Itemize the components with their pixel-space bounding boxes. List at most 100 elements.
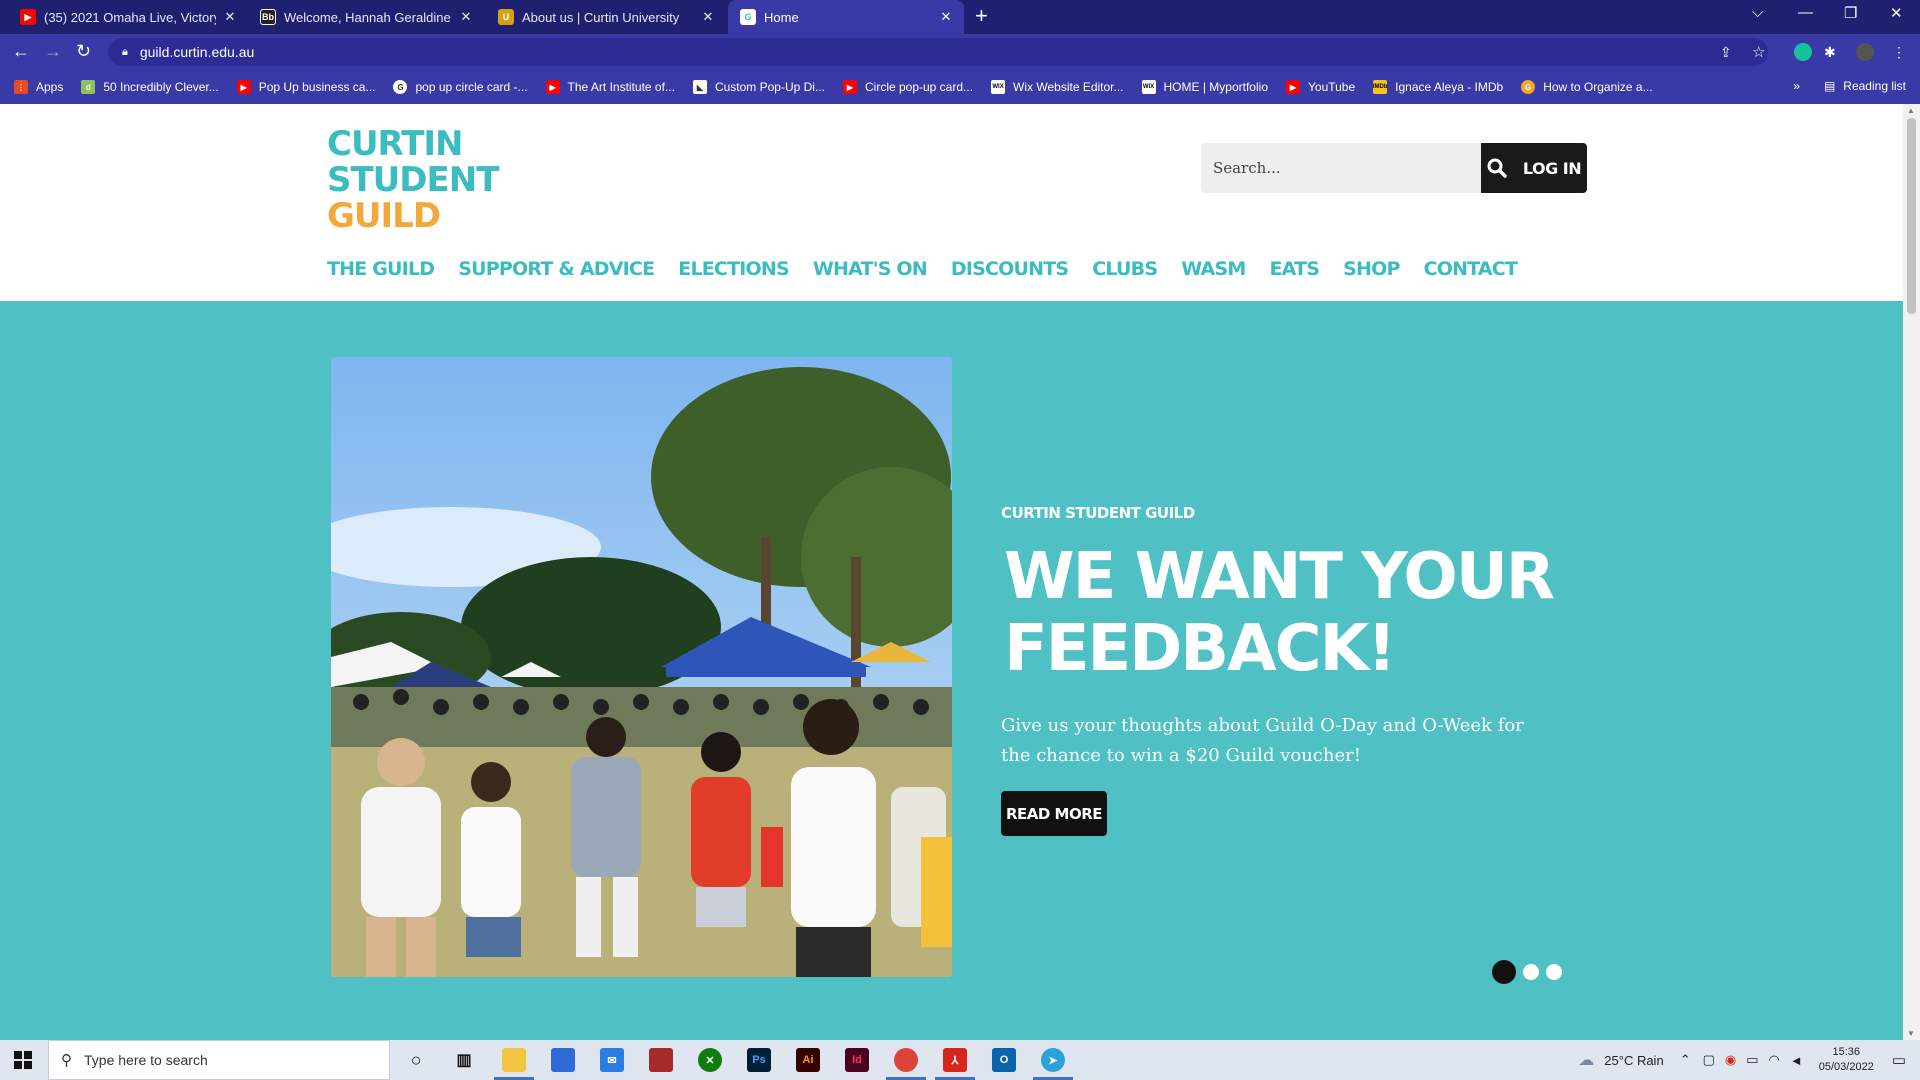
tab-search-icon[interactable]: ⌵ [1752,4,1763,21]
grammarly-icon[interactable] [1794,43,1812,61]
bookmark-star-icon[interactable]: ☆ [1752,43,1765,61]
festival-crowd-image [331,357,952,977]
address-bar-row: ← → ↻ 🔒︎ guild.curtin.edu.au ⇪ ☆ ✱ ⋮ [0,34,1920,70]
nav-elections[interactable]: ELECTIONS [678,258,789,280]
scroll-up-icon[interactable]: ▲ [1907,106,1915,115]
weather-text[interactable]: 25°C Rain [1604,1053,1663,1068]
scrollbar-thumb[interactable] [1907,118,1916,314]
tab-curtin[interactable]: U About us | Curtin University ✕ [486,0,726,34]
logo-line: STUDENT [327,160,499,200]
reload-icon[interactable]: ↻ [76,41,91,62]
bookmark-item[interactable]: ◣ Custom Pop-Up Di... [692,80,825,94]
slider-dot-1[interactable] [1492,960,1516,984]
game-icon[interactable] [649,1048,673,1072]
curtin-icon: U [498,9,514,25]
wifi-icon[interactable]: ◠ [1769,1052,1780,1068]
bookmark-item[interactable]: WIX HOME | Myportfolio [1141,80,1268,94]
bookmark-item[interactable]: ▶ Circle pop-up card... [842,80,973,94]
wix-icon: WIX [1141,80,1156,94]
close-window-button[interactable]: ✕ [1890,4,1903,22]
bookmark-item[interactable]: d 50 Incredibly Clever... [81,80,219,94]
chrome-icon[interactable] [886,1048,926,1080]
cortana-icon[interactable]: ○ [404,1048,428,1072]
youtube-icon: ▶ [236,80,251,94]
slider-dot-3[interactable] [1546,964,1562,980]
nav-discounts[interactable]: DISCOUNTS [951,258,1069,280]
volume-icon[interactable]: ◄ [1790,1053,1803,1068]
bookmark-label: Apps [36,80,64,94]
nav-wasm[interactable]: WASM [1181,258,1246,280]
login-button[interactable]: LOG IN [1481,143,1587,193]
nav-clubs[interactable]: CLUBS [1092,258,1158,280]
tab-youtube[interactable]: ▶ (35) 2021 Omaha Live, Victory Ca ✕ [8,0,248,34]
nav-shop[interactable]: SHOP [1343,258,1400,280]
battery-icon[interactable]: ▭ [1746,1052,1758,1068]
read-more-button[interactable]: READ MORE [1001,791,1107,836]
share-icon[interactable]: ⇪ [1720,44,1732,61]
scroll-down-icon[interactable]: ▼ [1907,1029,1915,1038]
system-clock[interactable]: 15:36 05/03/2022 [1819,1045,1874,1075]
close-icon[interactable]: ✕ [938,9,954,25]
antivirus-icon[interactable]: ◉ [1725,1052,1736,1068]
file-explorer-icon[interactable] [494,1048,534,1080]
site-search-input[interactable]: Search... [1201,143,1481,193]
clock-date: 05/03/2022 [1818,1061,1874,1073]
bookmark-apps[interactable]: ⋮ Apps [14,80,63,94]
acrobat-icon[interactable]: ⅄ [935,1048,975,1080]
xbox-icon[interactable]: ✕ [698,1048,722,1072]
tab-blackboard[interactable]: Bb Welcome, Hannah Geraldine – Bl ✕ [248,0,484,34]
bookmark-item[interactable]: Gpop up circle card -... [393,80,528,94]
indesign-icon[interactable]: Id [845,1048,869,1072]
bookmark-item[interactable]: G How to Organize a... [1521,80,1653,94]
task-view-icon[interactable]: ▥ [452,1048,476,1072]
illustrator-icon[interactable]: Ai [796,1048,820,1072]
page-scrollbar[interactable]: ▲ ▼ [1903,104,1920,1040]
close-icon[interactable]: ✕ [458,9,474,25]
mail-icon[interactable]: ✉ [600,1048,624,1072]
imdb-icon: IMDb [1373,80,1388,94]
forward-icon[interactable]: → [44,41,62,62]
extensions-icon[interactable]: ✱ [1824,44,1836,61]
close-icon[interactable]: ✕ [700,9,716,25]
notifications-icon[interactable]: ▭ [1892,1051,1906,1069]
apps-grid-icon: ⋮ [14,80,28,94]
bookmark-item[interactable]: WIX Wix Website Editor... [991,80,1124,94]
restore-button[interactable]: ❐ [1844,4,1857,22]
windows-taskbar: ⚲ Type here to search ○ ▥ ✉ ✕ Ps Ai Id ⅄… [0,1040,1920,1080]
nav-support-advice[interactable]: SUPPORT & ADVICE [458,258,655,280]
reading-list-button[interactable]: » ▤ Reading list [1793,79,1906,93]
bookmark-item[interactable]: ▶ Pop Up business ca... [236,80,375,94]
taskbar-search-input[interactable]: ⚲ Type here to search [48,1040,390,1080]
store-icon[interactable] [551,1048,575,1072]
hero-photo [331,357,952,977]
chevron-up-icon[interactable]: ⌃ [1680,1052,1691,1068]
taskbar-search-placeholder: Type here to search [84,1052,208,1068]
bookmark-item[interactable]: ▶ The Art Institute of... [545,80,675,94]
outlook-icon[interactable]: O [992,1048,1016,1072]
bookmark-label: How to Organize a... [1543,80,1653,94]
nav-eats[interactable]: EATS [1269,258,1319,280]
logo-line: GUILD [327,196,441,236]
photoshop-icon[interactable]: Ps [747,1048,771,1072]
tab-home[interactable]: G Home ✕ [728,0,964,34]
menu-icon[interactable]: ⋮ [1892,44,1906,61]
telegram-icon[interactable]: ➤ [1033,1048,1073,1080]
bookmark-item[interactable]: IMDb Ignace Aleya - IMDb [1373,80,1503,94]
url-field[interactable]: 🔒︎ guild.curtin.edu.au [108,38,1768,66]
minimize-button[interactable]: — [1798,4,1813,21]
nav-whats-on[interactable]: WHAT'S ON [813,258,928,280]
more-bookmarks-icon[interactable]: » [1793,79,1800,93]
profile-avatar[interactable] [1856,43,1874,61]
slider-dot-2[interactable] [1523,964,1539,980]
windows-start-icon[interactable] [14,1051,32,1069]
nav-the-guild[interactable]: THE GUILD [327,258,435,280]
guild-logo[interactable]: CURTIN STUDENT GUILD [327,126,499,236]
new-tab-button[interactable]: + [975,5,988,27]
bookmark-item[interactable]: ▶ YouTube [1286,80,1355,94]
nav-contact[interactable]: CONTACT [1424,258,1518,280]
close-icon[interactable]: ✕ [222,9,238,25]
meet-icon[interactable]: ▢ [1703,1052,1715,1068]
search-icon[interactable] [1487,158,1507,178]
back-icon[interactable]: ← [12,41,30,62]
hero-description: Give us your thoughts about Guild O-Day … [1001,715,1524,766]
